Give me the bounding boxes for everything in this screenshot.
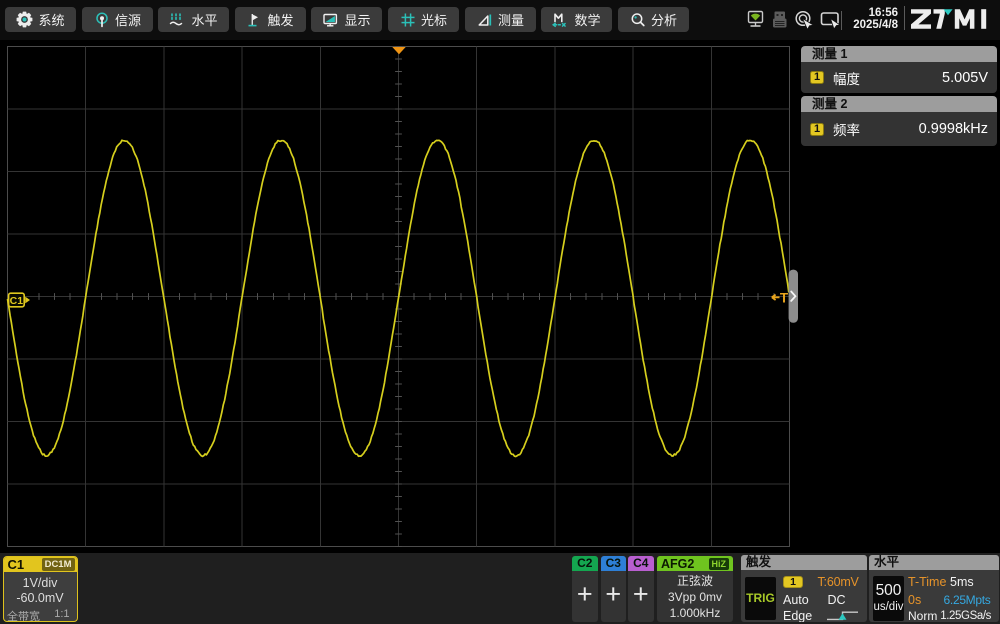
svg-text:C1: C1 xyxy=(10,295,24,307)
svg-text:T: T xyxy=(780,291,789,306)
